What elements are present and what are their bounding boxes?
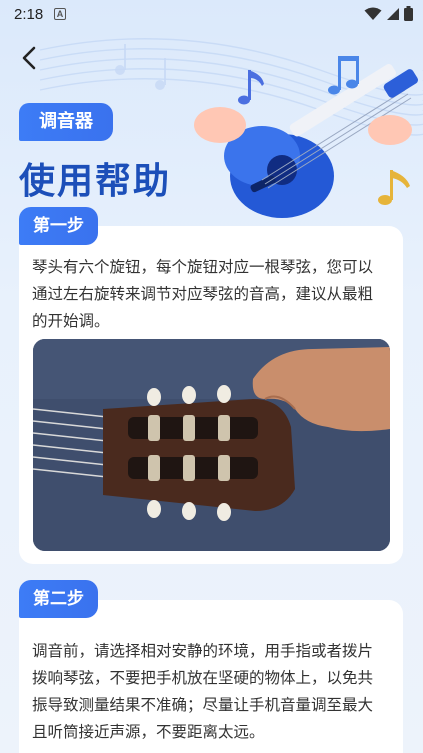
- tuner-tag: 调音器: [19, 103, 113, 141]
- system-icons: [364, 6, 413, 21]
- wifi-icon: [364, 7, 382, 20]
- step-two-text: 调音前，请选择相对安静的环境，用手指或者拨片拨响琴弦，不要把手机放在坚硬的物体上…: [32, 642, 374, 741]
- step-two-label: 第二步: [19, 580, 98, 618]
- guitar-headstock-photo: [33, 339, 390, 551]
- back-arrow-icon: [22, 46, 36, 70]
- step-one-label: 第一步: [19, 207, 98, 245]
- notification-badge: A: [54, 8, 66, 20]
- signal-icon: [387, 7, 399, 20]
- status-bar: 2:18 A: [0, 0, 423, 30]
- back-button[interactable]: [18, 44, 44, 72]
- status-time: 2:18: [14, 6, 44, 23]
- battery-icon: [404, 6, 413, 21]
- page-title: 使用帮助: [19, 161, 172, 202]
- music-note-icon: [238, 70, 264, 105]
- step-one-text: 琴头有六个旋钮，每个旋钮对应一根琴弦，您可以通过左右旋转来调节对应琴弦的音高，建…: [32, 258, 374, 330]
